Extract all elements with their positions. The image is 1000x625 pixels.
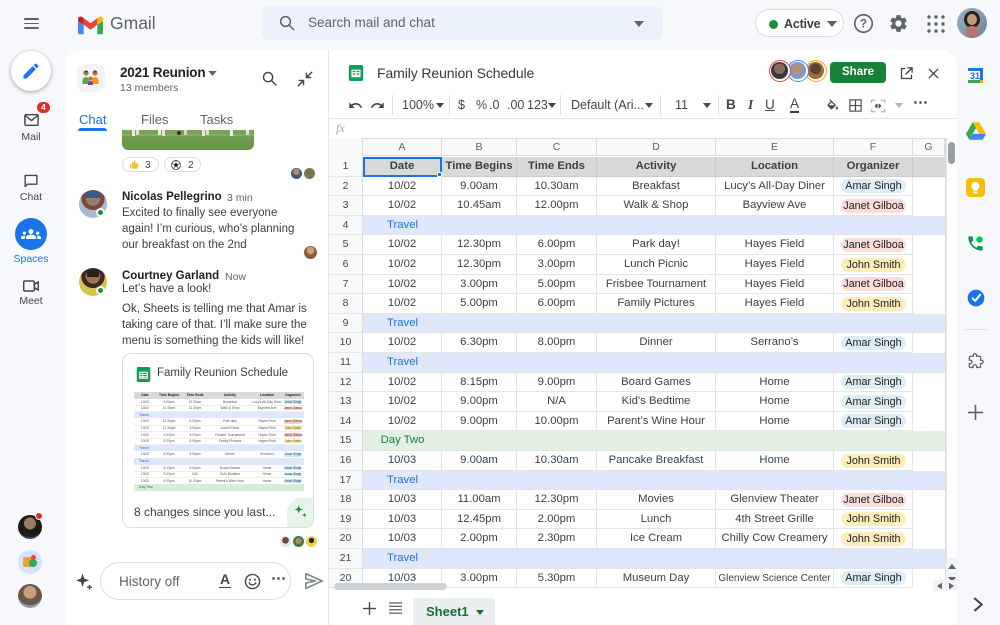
svg-text:?: ? [860, 17, 867, 31]
svg-text:31: 31 [970, 71, 980, 81]
